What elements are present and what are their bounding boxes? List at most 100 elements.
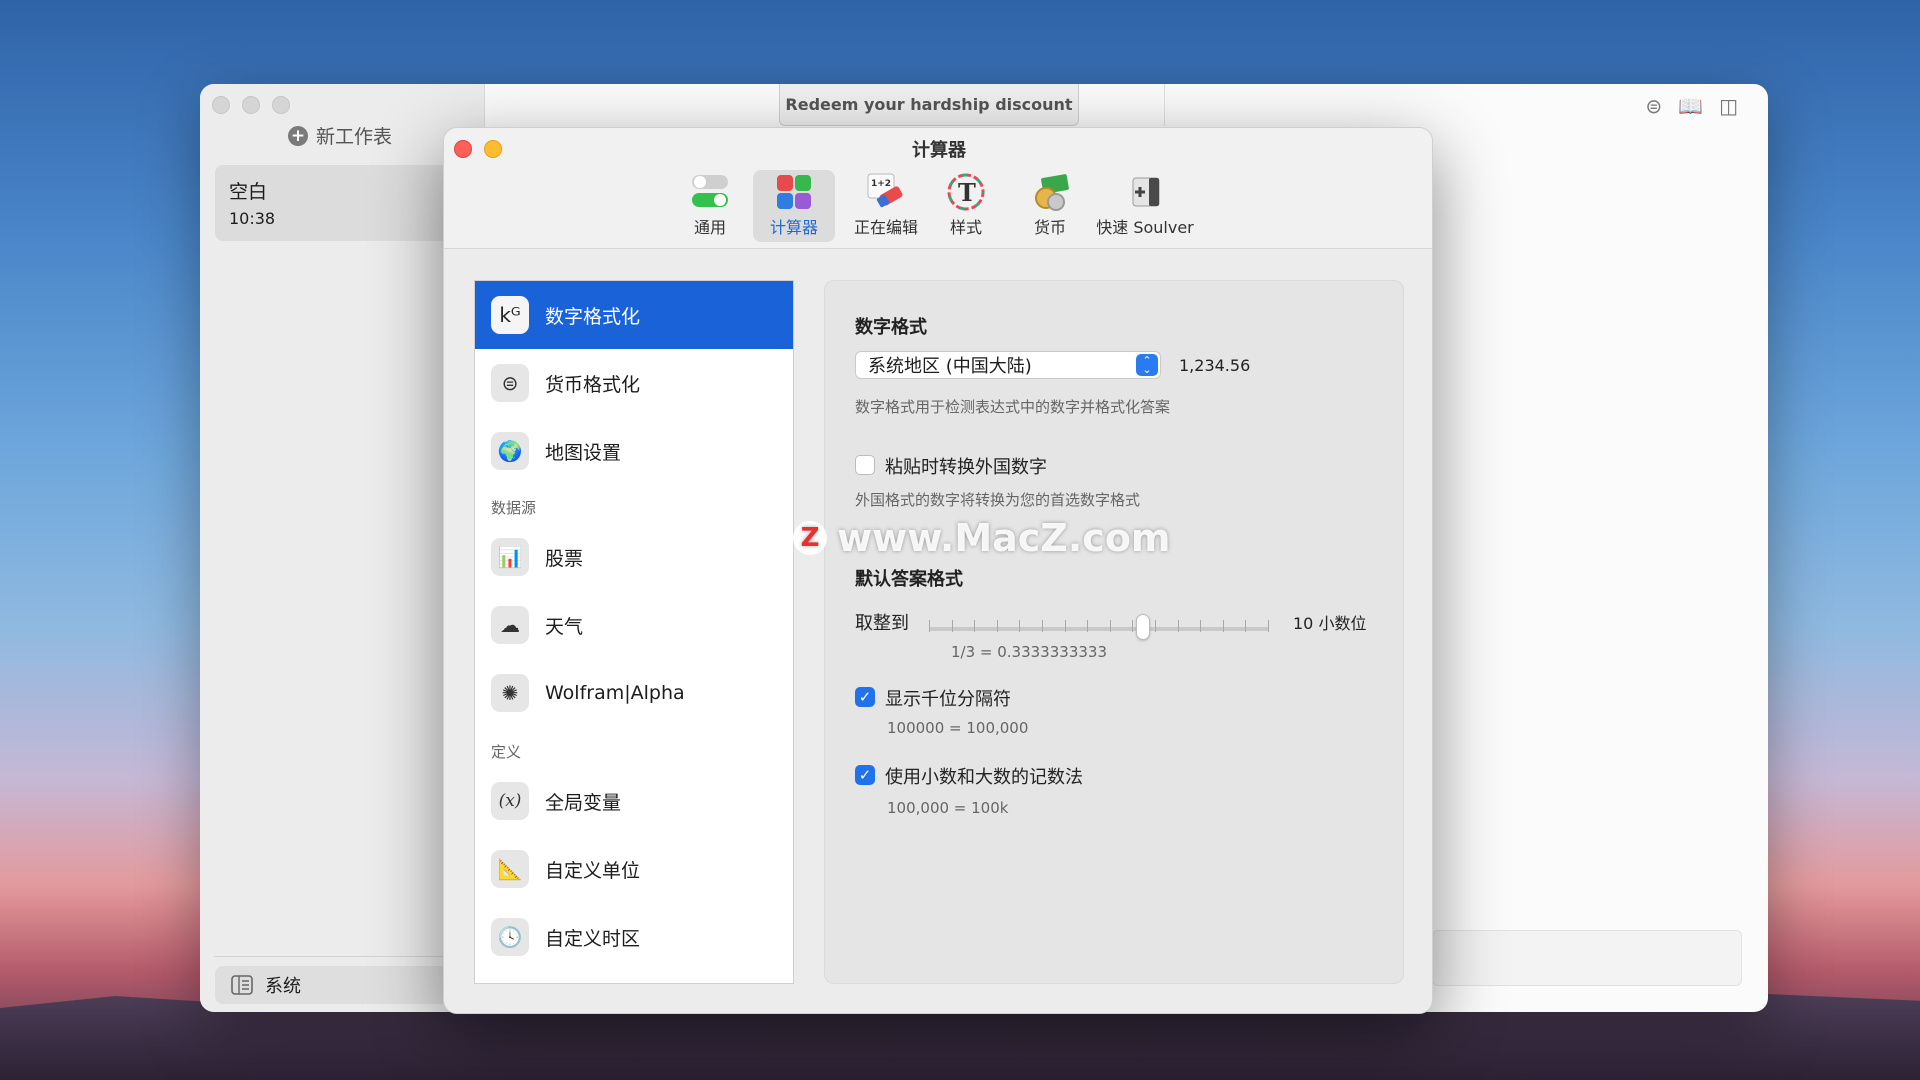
system-label: 系统 [265,976,301,997]
svg-text:1+2: 1+2 [871,179,891,189]
tab-currency[interactable]: 货币 [1018,170,1082,242]
preferences-window: 计算器 通用 计算器 1+2 正在编辑 T 样式 货币 快速 Soulver k… [443,127,1433,1014]
zoom-button-inactive[interactable] [272,96,290,114]
calculator-icon [774,172,814,212]
list-item-currency-formatting[interactable]: ⊜ 货币格式化 [475,349,793,417]
list-item-custom-units[interactable]: 📐 自定义单位 [475,835,793,903]
redeem-discount-button[interactable]: Redeem your hardship discount [779,84,1079,126]
svg-text:T: T [958,178,976,207]
sidebar-icon[interactable]: ◫ [1719,94,1738,118]
list-item-wolfram-alpha[interactable]: ✺ Wolfram|Alpha [475,659,793,727]
number-format-sample: 1,234.56 [1179,356,1251,375]
section-definitions: 定义 [491,743,522,761]
tab-editing-label: 正在编辑 [853,218,918,237]
window-toolbar-icons: ⊜ 📖 ◫ [1645,94,1738,118]
slider-tick [1109,620,1111,632]
list-item-stocks[interactable]: 📊 股票 [475,523,793,591]
list-item-label: 货币格式化 [545,373,641,396]
settings-list: kᴳ 数字格式化 ⊜ 货币格式化 🌍 地图设置 数据源 📊 股票 ☁ 天气 ✺ … [474,280,794,984]
book-icon[interactable]: 📖 [1678,94,1703,118]
slider-tick [1019,620,1021,632]
slider-tick [951,620,953,632]
tab-currency-label: 货币 [1033,218,1066,237]
slider-tick [1245,620,1247,632]
default-answer-heading: 默认答案格式 [855,569,963,590]
toggle-switch-icon [690,172,730,212]
chart-icon: 📊 [491,538,529,576]
plus-window-icon [1125,172,1165,212]
bottom-field [1432,930,1742,986]
number-format-value: 系统地区 (中国大陆) [868,356,1032,377]
sheet-title: 空白 [229,181,268,203]
notation-label: 使用小数和大数的记数法 [885,767,1083,788]
detail-panel: 数字格式 系统地区 (中国大陆) ⌃ ⌄ 1,234.56 数字格式用于检测表达式… [824,280,1404,984]
globe-icon: 🌍 [491,432,529,470]
thousands-separator-checkbox[interactable]: ✓ [855,687,875,707]
slider-tick [996,620,998,632]
paste-convert-checkbox[interactable] [855,455,875,475]
variable-icon: (x) [491,782,529,820]
list-item-map-settings[interactable]: 🌍 地图设置 [475,417,793,485]
notation-example: 100,000 = 100k [887,799,1009,817]
slider-tick [974,620,976,632]
clock-icon: 🕓 [491,918,529,956]
wolfram-icon: ✺ [491,674,529,712]
tab-style-label: 样式 [949,218,982,237]
list-item-label: 地图设置 [545,441,622,464]
plus-circle-icon: + [288,125,308,146]
round-to-slider-knob[interactable] [1136,614,1150,640]
number-format-select[interactable]: 系统地区 (中国大陆) ⌃ ⌄ [855,351,1161,379]
cloud-icon: ☁ [491,606,529,644]
tab-general-label: 通用 [693,218,726,237]
slider-tick [1064,620,1066,632]
list-item-label: 自定义时区 [545,927,641,950]
list-item-label: 股票 [545,547,584,570]
toggle-panel-icon[interactable]: ⊜ [1645,94,1662,118]
sheet-time: 10:38 [229,209,276,228]
slider-tick [1132,620,1134,632]
watermark-text: www.MacZ.com [837,516,1171,560]
slider-tick [1155,620,1156,632]
sheet-list-icon [231,975,253,995]
slider-tick [1177,620,1179,632]
ruler-icon: 📐 [491,850,529,888]
list-item-weather[interactable]: ☁ 天气 [475,591,793,659]
section-data-sources: 数据源 [491,499,537,517]
macz-logo-icon: Z [793,521,827,555]
style-T-icon: T [946,172,986,212]
tab-calculator[interactable]: 计算器 [753,170,835,242]
tab-quick-soulver[interactable]: 快速 Soulver [1092,170,1198,242]
window-title: 计算器 [912,140,966,161]
slider-tick [1042,620,1043,632]
tab-general[interactable]: 通用 [680,170,740,242]
sheet-list-item[interactable]: 空白 10:38 0 [215,165,479,241]
round-to-example: 1/3 = 0.3333333333 [951,643,1107,661]
notation-checkbox[interactable]: ✓ [855,765,875,785]
minimize-button-inactive[interactable] [242,96,260,114]
number-format-description: 数字格式用于检测表达式中的数字并格式化答案 [855,398,1171,416]
eraser-icon: 1+2 [866,172,906,212]
select-stepper-icon: ⌃ ⌄ [1136,354,1158,376]
tab-quick-soulver-label: 快速 Soulver [1096,218,1194,237]
new-sheet-button[interactable]: + 新工作表 [288,122,392,149]
slider-tick [1200,620,1202,632]
paste-convert-description: 外国格式的数字将转换为您的首选数字格式 [855,491,1141,509]
system-folder-item[interactable]: 系统 [215,966,477,1004]
list-item-custom-timezones[interactable]: 🕓 自定义时区 [475,903,793,971]
list-item-label: Wolfram|Alpha [545,682,685,704]
close-button-inactive[interactable] [212,96,230,114]
list-item-number-formatting[interactable]: kᴳ 数字格式化 [475,281,793,349]
round-to-slider-track[interactable] [929,627,1269,631]
tab-editing[interactable]: 1+2 正在编辑 [844,170,928,242]
coins-icon [1030,172,1070,212]
watermark: Z www.MacZ.com [793,516,1171,560]
thousands-separator-label: 显示千位分隔符 [885,689,1011,710]
kg-icon: kᴳ [491,296,529,334]
list-item-global-variables[interactable]: (x) 全局变量 [475,767,793,835]
currency-disc-icon: ⊜ [491,364,529,402]
paste-convert-label: 粘贴时转换外国数字 [885,457,1047,478]
list-item-label: 数字格式化 [545,305,641,328]
tab-style[interactable]: T 样式 [934,170,998,242]
thousands-separator-example: 100000 = 100,000 [887,719,1029,737]
tab-calculator-label: 计算器 [769,218,818,237]
